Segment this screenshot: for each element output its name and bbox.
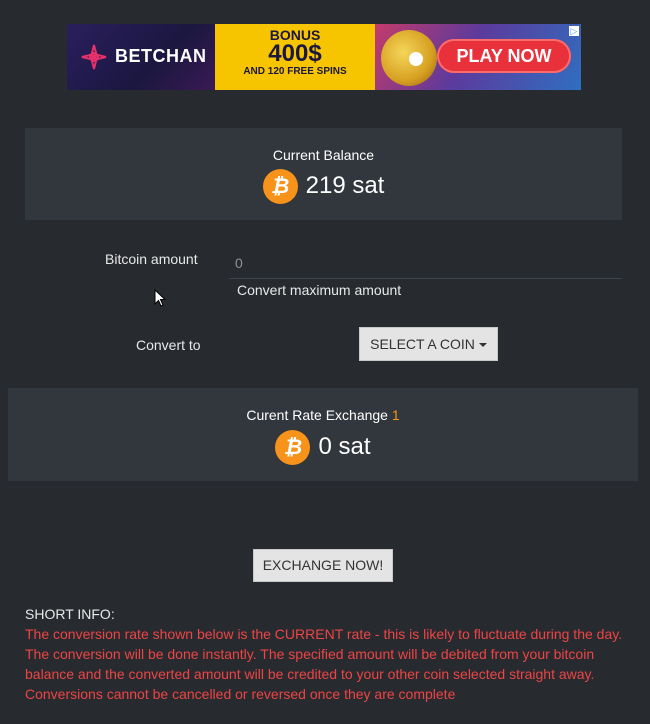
- mouse-cursor-icon: [154, 289, 166, 307]
- short-info-heading: SHORT INFO:: [25, 606, 115, 622]
- rate-title: Curent Rate Exchange: [246, 407, 388, 423]
- balance-row: ₿ 219 sat: [25, 169, 622, 204]
- play-now-button[interactable]: PLAY NOW: [437, 39, 571, 73]
- convert-maximum-link[interactable]: Convert maximum amount: [237, 282, 401, 298]
- select-coin-dropdown[interactable]: SELECT A COIN: [359, 327, 498, 361]
- bitcoin-icon: ₿: [262, 169, 298, 204]
- betchan-logo-icon: [81, 44, 107, 70]
- bitcoin-amount-input[interactable]: [229, 247, 622, 279]
- banner-bonus-extra: AND 120 FREE SPINS: [243, 66, 347, 77]
- balance-title: Current Balance: [272, 147, 375, 163]
- banner-brand-area: BETCHAN: [67, 24, 215, 90]
- banner-bonus-amount: 400$: [268, 40, 322, 67]
- rate-value: 1: [391, 407, 400, 423]
- rate-title-row: Curent Rate Exchange 1: [8, 407, 638, 423]
- balance-value: 219 sat: [305, 171, 385, 199]
- info-line: Conversions cannot be cancelled or rever…: [25, 686, 456, 702]
- ad-choices-icon[interactable]: ▷: [569, 26, 579, 36]
- rate-amount: 0 sat: [318, 432, 371, 460]
- info-line: The conversion rate shown below is the C…: [25, 626, 623, 642]
- banner-cta-area: PLAY NOW ▷: [375, 24, 581, 90]
- select-coin-label: SELECT A COIN: [370, 336, 475, 352]
- banner-mascot-eye: [409, 52, 423, 66]
- banner-mascot-image: [381, 30, 437, 86]
- current-balance-panel: Current Balance ₿ 219 sat: [25, 128, 622, 220]
- rate-amount-row: ₿ 0 sat: [8, 430, 638, 465]
- short-info: SHORT INFO: The conversion rate shown be…: [25, 604, 625, 704]
- banner-bonus: BONUS 400$ AND 120 FREE SPINS: [215, 24, 375, 90]
- bitcoin-amount-label: Bitcoin amount: [105, 251, 198, 267]
- rate-exchange-panel: Curent Rate Exchange 1 ₿ 0 sat: [8, 388, 638, 481]
- info-line: The conversion will be done instantly. T…: [25, 646, 595, 682]
- ad-banner[interactable]: BETCHAN BONUS 400$ AND 120 FREE SPINS PL…: [67, 24, 581, 90]
- banner-brand: BETCHAN: [115, 46, 207, 66]
- bitcoin-icon: ₿: [275, 430, 311, 465]
- convert-to-label: Convert to: [136, 337, 201, 353]
- exchange-now-button[interactable]: EXCHANGE NOW!: [253, 549, 393, 582]
- caret-down-icon: [478, 343, 487, 348]
